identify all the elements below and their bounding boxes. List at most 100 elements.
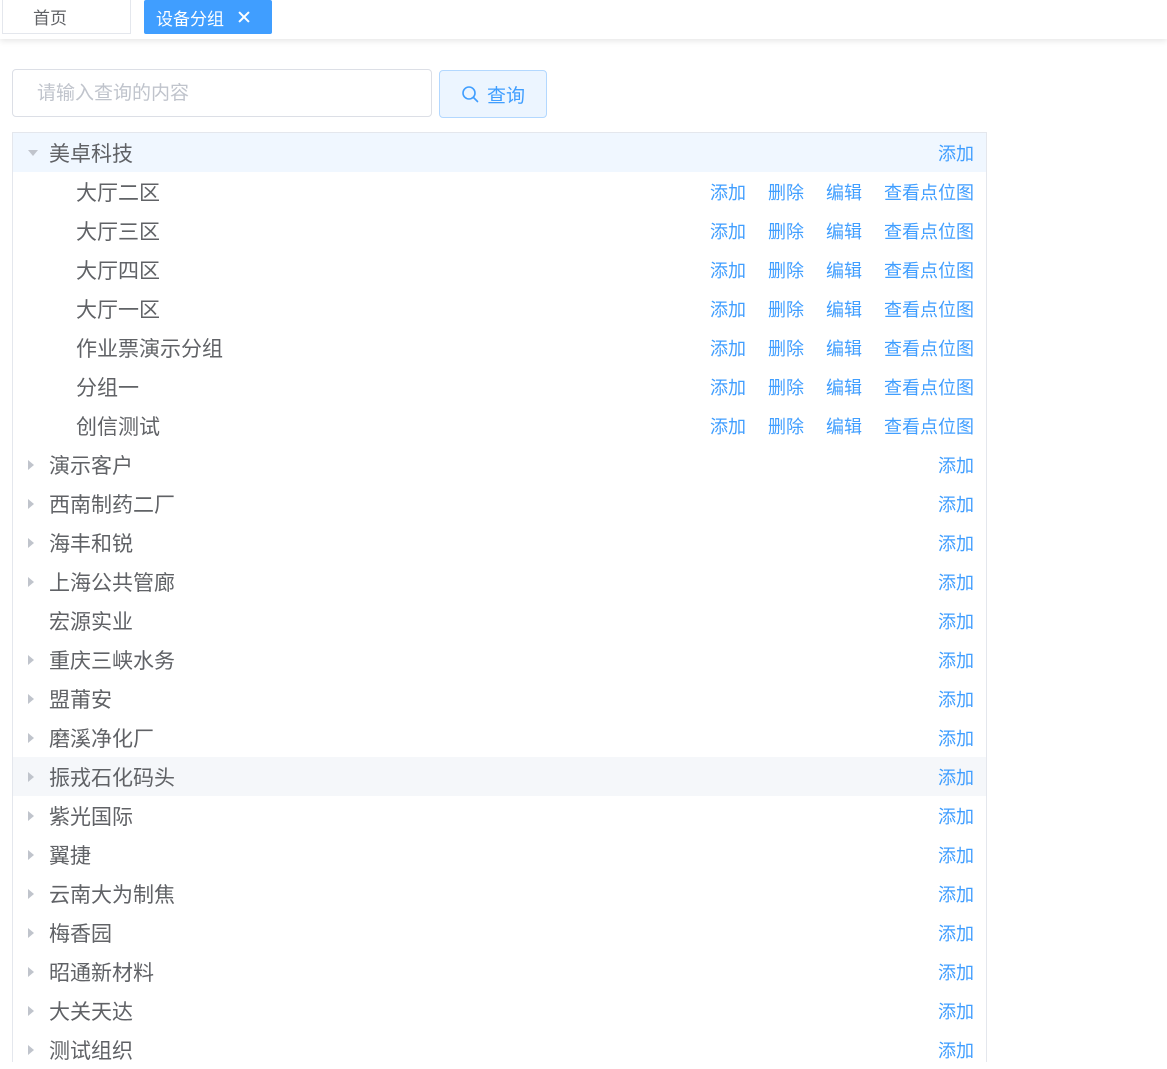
caret-right-icon[interactable] [28, 928, 34, 938]
view-map-link[interactable]: 查看点位图 [884, 296, 974, 322]
delete-link[interactable]: 删除 [768, 413, 804, 439]
caret-right-icon[interactable] [28, 811, 34, 821]
add-link[interactable]: 添加 [938, 725, 974, 751]
caret-right-icon[interactable] [28, 967, 34, 977]
edit-link[interactable]: 编辑 [826, 218, 862, 244]
edit-link[interactable]: 编辑 [826, 413, 862, 439]
tree-node[interactable]: 昭通新材料 添加 [13, 952, 986, 991]
view-map-link[interactable]: 查看点位图 [884, 413, 974, 439]
view-map-link[interactable]: 查看点位图 [884, 335, 974, 361]
tree-node[interactable]: 宏源实业 添加 [13, 601, 986, 640]
tree-child-node[interactable]: 分组一 添加 删除 编辑 查看点位图 [13, 367, 986, 406]
edit-link[interactable]: 编辑 [826, 257, 862, 283]
tree-node[interactable]: 盟莆安 添加 [13, 679, 986, 718]
tree-child-node[interactable]: 创信测试 添加 删除 编辑 查看点位图 [13, 406, 986, 445]
tree-node[interactable]: 磨溪净化厂 添加 [13, 718, 986, 757]
tree-node[interactable]: 测试组织 添加 [13, 1030, 986, 1069]
tree-node-label: 演示客户 [49, 453, 133, 478]
tree-node[interactable]: 演示客户 添加 [13, 445, 986, 484]
tree-child-node[interactable]: 大厅一区 添加 删除 编辑 查看点位图 [13, 289, 986, 328]
tree-node[interactable]: 云南大为制焦 添加 [13, 874, 986, 913]
view-map-link[interactable]: 查看点位图 [884, 374, 974, 400]
caret-right-icon[interactable] [28, 1045, 34, 1055]
tab-device-group[interactable]: 设备分组 [144, 0, 272, 34]
add-link[interactable]: 添加 [710, 374, 746, 400]
tree-child-node[interactable]: 大厅二区 添加 删除 编辑 查看点位图 [13, 172, 986, 211]
caret-right-icon[interactable] [28, 655, 34, 665]
tree-child-node[interactable]: 大厅四区 添加 删除 编辑 查看点位图 [13, 250, 986, 289]
search-input[interactable] [12, 69, 432, 117]
caret-right-icon[interactable] [28, 499, 34, 509]
add-link[interactable]: 添加 [938, 491, 974, 517]
tab-bar: 首页 设备分组 [0, 0, 1167, 39]
add-link[interactable]: 添加 [938, 881, 974, 907]
tree-node-label: 测试组织 [49, 1038, 133, 1063]
delete-link[interactable]: 删除 [768, 257, 804, 283]
tree-node[interactable]: 重庆三峡水务 添加 [13, 640, 986, 679]
search-button[interactable]: 查询 [439, 70, 547, 118]
caret-right-icon[interactable] [28, 538, 34, 548]
caret-down-icon[interactable] [28, 150, 38, 156]
delete-link[interactable]: 删除 [768, 335, 804, 361]
edit-link[interactable]: 编辑 [826, 296, 862, 322]
tree-node[interactable]: 翼捷 添加 [13, 835, 986, 874]
node-actions: 添加 删除 编辑 查看点位图 [710, 218, 974, 244]
tree-node[interactable]: 紫光国际 添加 [13, 796, 986, 835]
tree-child-node[interactable]: 大厅三区 添加 删除 编辑 查看点位图 [13, 211, 986, 250]
tree-node-label: 大厅二区 [76, 180, 160, 205]
view-map-link[interactable]: 查看点位图 [884, 179, 974, 205]
edit-link[interactable]: 编辑 [826, 179, 862, 205]
add-link[interactable]: 添加 [710, 179, 746, 205]
tree-node[interactable]: 美卓科技 添加 [13, 133, 986, 172]
add-link[interactable]: 添加 [710, 413, 746, 439]
delete-link[interactable]: 删除 [768, 374, 804, 400]
delete-link[interactable]: 删除 [768, 179, 804, 205]
tab-home[interactable]: 首页 [2, 0, 131, 34]
add-link[interactable]: 添加 [938, 842, 974, 868]
add-link[interactable]: 添加 [938, 140, 974, 166]
add-link[interactable]: 添加 [938, 920, 974, 946]
add-link[interactable]: 添加 [938, 452, 974, 478]
add-link[interactable]: 添加 [938, 569, 974, 595]
tree-child-node[interactable]: 作业票演示分组 添加 删除 编辑 查看点位图 [13, 328, 986, 367]
caret-right-icon[interactable] [28, 1006, 34, 1016]
caret-right-icon[interactable] [28, 772, 34, 782]
search-button-label: 查询 [486, 84, 525, 107]
tree-node[interactable]: 梅香园 添加 [13, 913, 986, 952]
add-link[interactable]: 添加 [938, 686, 974, 712]
add-link[interactable]: 添加 [710, 296, 746, 322]
add-link[interactable]: 添加 [938, 647, 974, 673]
edit-link[interactable]: 编辑 [826, 374, 862, 400]
caret-right-icon[interactable] [28, 889, 34, 899]
tree-node[interactable]: 海丰和锐 添加 [13, 523, 986, 562]
tree-node[interactable]: 上海公共管廊 添加 [13, 562, 986, 601]
tree-node[interactable]: 西南制药二厂 添加 [13, 484, 986, 523]
node-actions: 添加 [938, 764, 974, 790]
add-link[interactable]: 添加 [938, 803, 974, 829]
caret-right-icon[interactable] [28, 694, 34, 704]
caret-right-icon[interactable] [28, 577, 34, 587]
tree-node-label: 紫光国际 [49, 804, 133, 829]
add-link[interactable]: 添加 [938, 608, 974, 634]
tree-node[interactable]: 大关天达 添加 [13, 991, 986, 1030]
delete-link[interactable]: 删除 [768, 218, 804, 244]
edit-link[interactable]: 编辑 [826, 335, 862, 361]
caret-right-icon[interactable] [28, 850, 34, 860]
tree-node-label: 大厅三区 [76, 219, 160, 244]
add-link[interactable]: 添加 [938, 998, 974, 1024]
tree-node[interactable]: 振戎石化码头 添加 [13, 757, 986, 796]
add-link[interactable]: 添加 [938, 959, 974, 985]
caret-right-icon[interactable] [28, 733, 34, 743]
view-map-link[interactable]: 查看点位图 [884, 257, 974, 283]
add-link[interactable]: 添加 [710, 335, 746, 361]
add-link[interactable]: 添加 [710, 218, 746, 244]
add-link[interactable]: 添加 [938, 764, 974, 790]
tree-node-label: 振戎石化码头 [49, 765, 175, 790]
close-icon[interactable] [236, 9, 252, 25]
caret-right-icon[interactable] [28, 460, 34, 470]
add-link[interactable]: 添加 [938, 530, 974, 556]
add-link[interactable]: 添加 [938, 1037, 974, 1063]
view-map-link[interactable]: 查看点位图 [884, 218, 974, 244]
add-link[interactable]: 添加 [710, 257, 746, 283]
delete-link[interactable]: 删除 [768, 296, 804, 322]
